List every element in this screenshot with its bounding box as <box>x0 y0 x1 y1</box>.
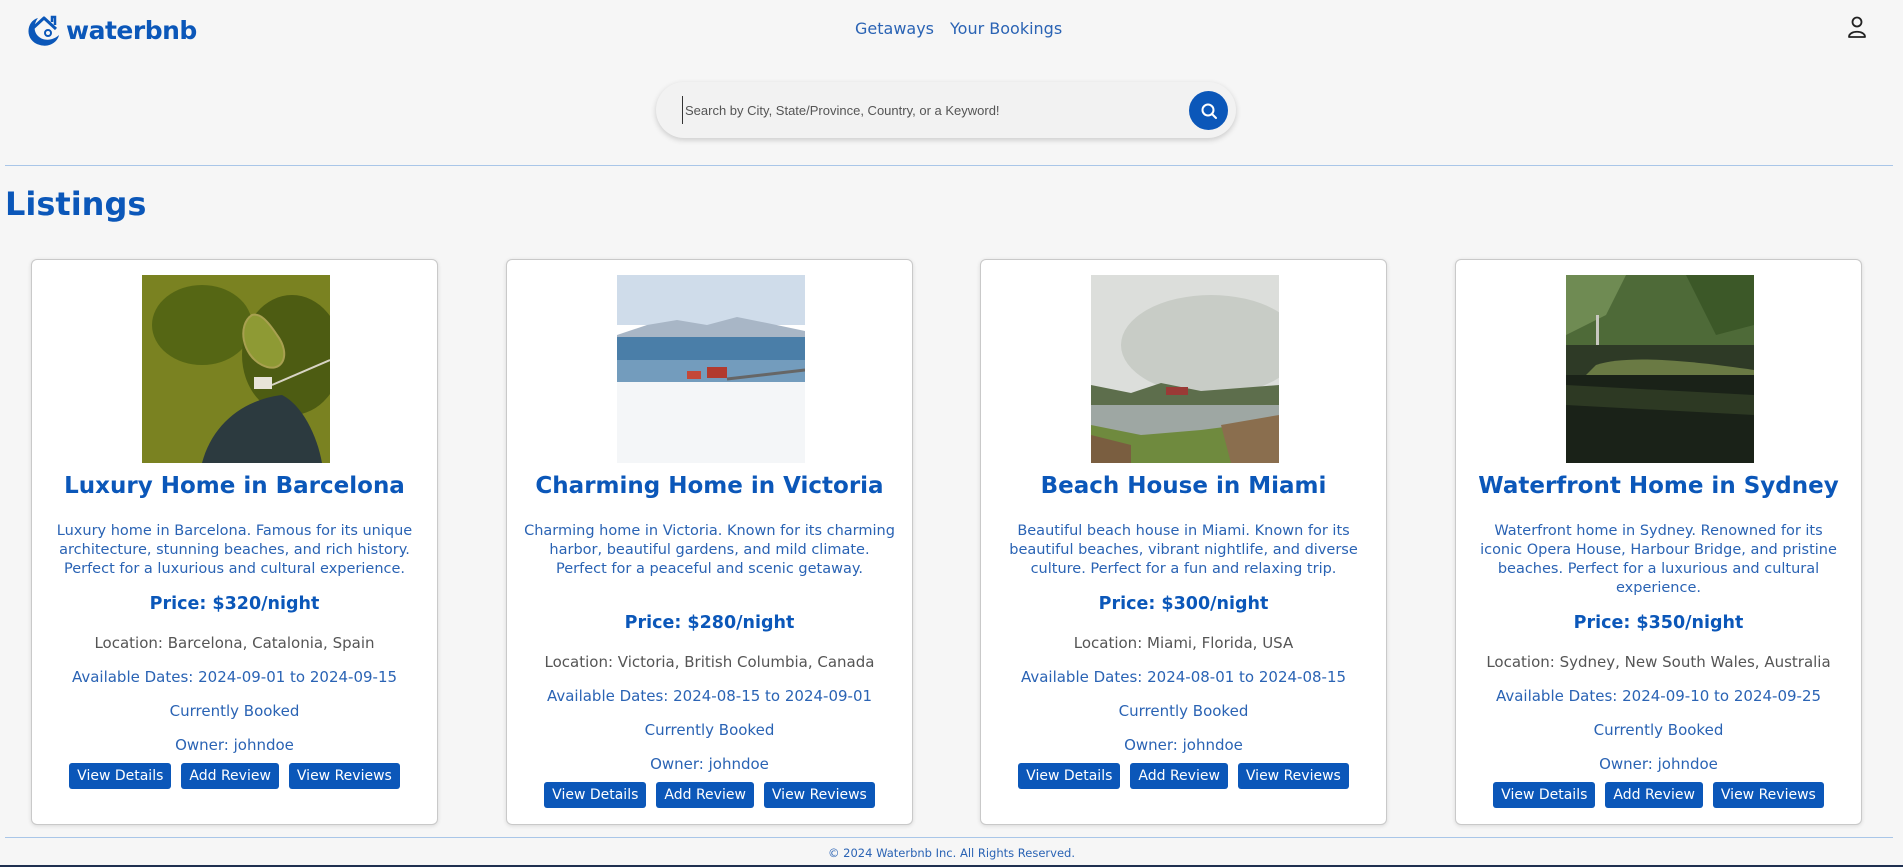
view-details-button[interactable]: View Details <box>1018 763 1121 789</box>
listing-dates: Available Dates: 2024-09-10 to 2024-09-2… <box>1495 687 1822 705</box>
search-bar <box>656 82 1236 138</box>
listing-card: Charming Home in Victoria Charming home … <box>506 259 913 825</box>
listing-description: Luxury home in Barcelona. Famous for its… <box>56 523 413 577</box>
listing-image[interactable] <box>142 275 330 463</box>
view-reviews-button[interactable]: View Reviews <box>1237 763 1349 789</box>
listing-title[interactable]: Charming Home in Victoria <box>507 473 912 499</box>
listing-location: Location: Barcelona, Catalonia, Spain <box>94 634 375 652</box>
listing-card: Luxury Home in Barcelona Luxury home in … <box>31 259 438 825</box>
main-nav: Getaways Your Bookings <box>855 19 1062 38</box>
user-icon[interactable] <box>1847 16 1867 42</box>
listing-image[interactable] <box>1566 275 1754 463</box>
listing-location: Location: Miami, Florida, USA <box>1073 634 1294 652</box>
header: waterbnb Getaways Your Bookings <box>0 0 1903 60</box>
add-review-button[interactable]: Add Review <box>1130 763 1228 789</box>
add-review-button[interactable]: Add Review <box>656 782 754 808</box>
listing-actions: View Details Add Review View Reviews <box>507 782 912 808</box>
search-input[interactable] <box>682 96 1152 124</box>
nav-getaways[interactable]: Getaways <box>855 19 934 38</box>
listing-description: Waterfront home in Sydney. Renowned for … <box>1480 523 1837 596</box>
listing-location: Location: Sydney, New South Wales, Austr… <box>1486 653 1831 671</box>
listing-owner: Owner: johndoe <box>1124 736 1243 754</box>
view-reviews-button[interactable]: View Reviews <box>1712 782 1824 808</box>
footer-divider <box>5 837 1893 838</box>
view-reviews-button[interactable]: View Reviews <box>763 782 875 808</box>
listing-price: Price: $350/night <box>1573 613 1744 633</box>
listing-actions: View Details Add Review View Reviews <box>1456 782 1861 808</box>
listing-owner: Owner: johndoe <box>650 755 769 773</box>
listing-description: Charming home in Victoria. Known for its… <box>524 523 895 577</box>
listing-image[interactable] <box>617 275 805 463</box>
listing-title[interactable]: Waterfront Home in Sydney <box>1456 473 1861 499</box>
listing-location: Location: Victoria, British Columbia, Ca… <box>544 653 875 671</box>
listing-price: Price: $280/night <box>624 613 795 633</box>
listing-status: Currently Booked <box>1593 721 1724 739</box>
listing-price: Price: $320/night <box>149 594 320 614</box>
listing-actions: View Details Add Review View Reviews <box>981 763 1386 789</box>
view-reviews-button[interactable]: View Reviews <box>288 763 400 789</box>
header-divider <box>5 165 1893 166</box>
listing-title[interactable]: Luxury Home in Barcelona <box>32 473 437 499</box>
listing-image[interactable] <box>1091 275 1279 463</box>
add-review-button[interactable]: Add Review <box>1605 782 1703 808</box>
brand-name: waterbnb <box>66 15 197 45</box>
footer-copyright: © 2024 Waterbnb Inc. All Rights Reserved… <box>828 846 1075 860</box>
listing-status: Currently Booked <box>169 702 300 720</box>
add-review-button[interactable]: Add Review <box>181 763 279 789</box>
listing-status: Currently Booked <box>1118 702 1249 720</box>
listing-dates: Available Dates: 2024-08-01 to 2024-08-1… <box>1020 668 1347 686</box>
search-button[interactable] <box>1189 91 1228 130</box>
listing-owner: Owner: johndoe <box>175 736 294 754</box>
listing-title[interactable]: Beach House in Miami <box>981 473 1386 499</box>
view-details-button[interactable]: View Details <box>544 782 647 808</box>
nav-your-bookings[interactable]: Your Bookings <box>950 19 1062 38</box>
listing-owner: Owner: johndoe <box>1599 755 1718 773</box>
house-wave-logo-icon <box>28 15 59 46</box>
view-details-button[interactable]: View Details <box>1493 782 1596 808</box>
logo[interactable]: waterbnb <box>22 8 197 52</box>
listing-price: Price: $300/night <box>1098 594 1269 614</box>
search-icon <box>1201 103 1217 119</box>
listing-card: Waterfront Home in Sydney Waterfront hom… <box>1455 259 1862 825</box>
listing-card: Beach House in Miami Beautiful beach hou… <box>980 259 1387 825</box>
listing-dates: Available Dates: 2024-08-15 to 2024-09-0… <box>546 687 873 705</box>
listing-actions: View Details Add Review View Reviews <box>32 763 437 789</box>
listing-dates: Available Dates: 2024-09-01 to 2024-09-1… <box>71 668 398 686</box>
listing-description: Beautiful beach house in Miami. Known fo… <box>1009 523 1358 577</box>
view-details-button[interactable]: View Details <box>69 763 172 789</box>
page-title: Listings <box>5 185 147 223</box>
listing-status: Currently Booked <box>644 721 775 739</box>
